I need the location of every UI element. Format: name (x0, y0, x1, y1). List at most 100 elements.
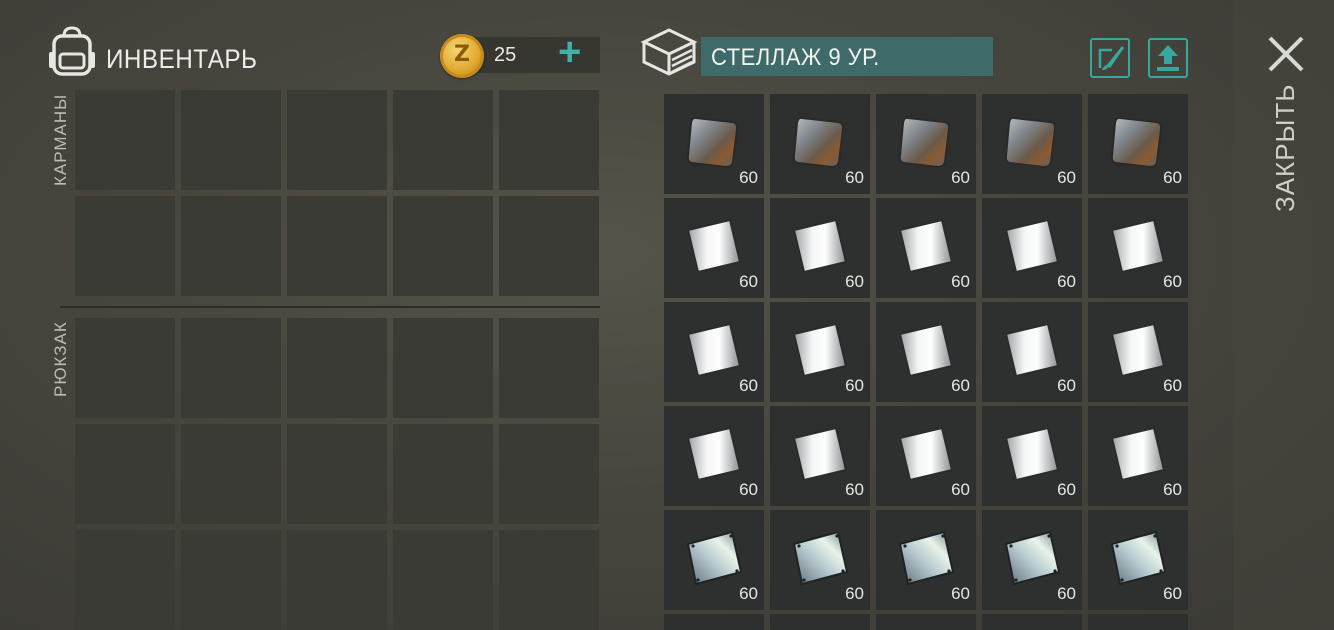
storage-title: СТЕЛЛАЖ 9 УР. (711, 44, 880, 71)
aluminum-plate-icon (792, 426, 848, 482)
pocket-slot[interactable] (393, 90, 493, 190)
storage-slot[interactable]: 60 (1088, 302, 1188, 402)
aluminum-plate-icon (1004, 322, 1060, 378)
storage-slot[interactable]: 60 (770, 198, 870, 298)
stack-count: 60 (845, 272, 864, 291)
close-label[interactable]: ЗАКРЫТЬ (1270, 84, 1301, 213)
storage-slot[interactable]: 60 (664, 302, 764, 402)
stack-count: 60 (845, 168, 864, 187)
close-icon[interactable] (1266, 34, 1306, 74)
storage-title-box: СТЕЛЛАЖ 9 УР. (701, 37, 993, 76)
backpack-slot[interactable] (181, 530, 281, 630)
steel-plate-icon (686, 530, 743, 586)
pockets-label: КАРМАНЫ (51, 93, 70, 186)
storage-slot[interactable]: 60 (770, 94, 870, 194)
storage-slot[interactable] (664, 614, 764, 630)
add-coins-button[interactable]: + (558, 32, 581, 72)
aluminum-plate-icon (792, 218, 848, 274)
stack-count: 60 (1163, 376, 1182, 395)
transfer-up-button[interactable] (1148, 38, 1188, 78)
storage-slot[interactable]: 60 (770, 406, 870, 506)
stack-count: 60 (1057, 480, 1076, 499)
backpack-slot[interactable] (499, 318, 599, 418)
storage-slot[interactable] (770, 614, 870, 630)
aluminum-plate-icon (1110, 426, 1166, 482)
steel-plate-icon (1004, 530, 1061, 586)
storage-slot[interactable]: 60 (664, 198, 764, 298)
storage-slot[interactable]: 60 (770, 302, 870, 402)
pocket-slot[interactable] (75, 196, 175, 296)
coin-count: 25 (494, 44, 517, 66)
upload-icon (1157, 45, 1179, 71)
aluminum-plate-icon (1004, 218, 1060, 274)
backpack-slot[interactable] (287, 318, 387, 418)
aluminum-plate-icon (898, 426, 954, 482)
stack-count: 60 (1163, 168, 1182, 187)
stack-count: 60 (739, 480, 758, 499)
backpack-slot[interactable] (75, 424, 175, 524)
storage-slot[interactable]: 60 (664, 94, 764, 194)
stack-count: 60 (1057, 376, 1076, 395)
backpack-slot[interactable] (393, 318, 493, 418)
storage-slot[interactable]: 60 (876, 302, 976, 402)
aluminum-plate-icon (1110, 218, 1166, 274)
storage-slot[interactable]: 60 (664, 406, 764, 506)
stack-count: 60 (1057, 584, 1076, 603)
stack-count: 60 (1057, 272, 1076, 291)
pocket-slot[interactable] (181, 90, 281, 190)
aluminum-plate-icon (1110, 322, 1166, 378)
backpack-slot[interactable] (287, 530, 387, 630)
pocket-slot[interactable] (75, 90, 175, 190)
steel-plate-icon (1110, 530, 1167, 586)
stack-count: 60 (739, 376, 758, 395)
backpack-slot[interactable] (75, 530, 175, 630)
backpack-icon (49, 26, 95, 76)
backpack-slot[interactable] (499, 424, 599, 524)
storage-slot[interactable]: 60 (982, 406, 1082, 506)
backpack-slot[interactable] (287, 424, 387, 524)
section-divider (60, 306, 600, 308)
aluminum-plate-icon (686, 218, 742, 274)
pocket-slot[interactable] (287, 196, 387, 296)
storage-slot[interactable]: 60 (876, 94, 976, 194)
stack-count: 60 (739, 168, 758, 187)
storage-slot[interactable]: 60 (876, 510, 976, 610)
storage-slot[interactable]: 60 (1088, 406, 1188, 506)
stack-count: 60 (845, 480, 864, 499)
pocket-slot[interactable] (499, 196, 599, 296)
backpack-slot[interactable] (75, 318, 175, 418)
pocket-slot[interactable] (287, 90, 387, 190)
aluminum-plate-icon (686, 426, 742, 482)
storage-rack-icon (640, 28, 698, 76)
pocket-slot[interactable] (499, 90, 599, 190)
storage-slot[interactable] (982, 614, 1082, 630)
storage-slot[interactable]: 60 (1088, 510, 1188, 610)
backpack-slot[interactable] (499, 530, 599, 630)
backpack-slot[interactable] (393, 424, 493, 524)
pocket-slot[interactable] (393, 196, 493, 296)
backpack-slot[interactable] (393, 530, 493, 630)
stack-count: 60 (1057, 168, 1076, 187)
storage-slot[interactable] (1088, 614, 1188, 630)
storage-slot[interactable] (876, 614, 976, 630)
storage-slot[interactable]: 60 (1088, 198, 1188, 298)
rename-button[interactable] (1090, 38, 1130, 78)
storage-slot[interactable]: 60 (664, 510, 764, 610)
aluminum-plate-icon (686, 322, 742, 378)
storage-slot[interactable]: 60 (876, 406, 976, 506)
storage-slot[interactable]: 60 (982, 510, 1082, 610)
storage-slot[interactable]: 60 (982, 94, 1082, 194)
backpack-slot[interactable] (181, 424, 281, 524)
stack-count: 60 (1163, 272, 1182, 291)
storage-slot[interactable]: 60 (770, 510, 870, 610)
stack-count: 60 (951, 584, 970, 603)
stack-count: 60 (1163, 480, 1182, 499)
backpack-slot[interactable] (181, 318, 281, 418)
storage-slot[interactable]: 60 (1088, 94, 1188, 194)
storage-slot[interactable]: 60 (982, 198, 1082, 298)
pocket-slot[interactable] (181, 196, 281, 296)
rusty-metal-plate-icon (686, 116, 739, 169)
storage-slot[interactable]: 60 (876, 198, 976, 298)
storage-slot[interactable]: 60 (982, 302, 1082, 402)
steel-plate-icon (898, 530, 955, 586)
